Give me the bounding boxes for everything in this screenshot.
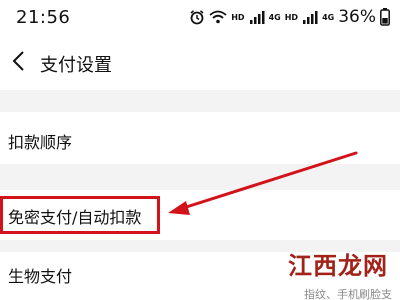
battery-percent: 36%	[338, 7, 376, 27]
section-divider	[0, 90, 400, 112]
alarm-icon	[189, 9, 205, 25]
highlight-box	[0, 196, 160, 234]
signal-icon	[249, 10, 265, 24]
battery-icon	[380, 8, 390, 26]
back-button[interactable]	[4, 47, 32, 79]
status-bar: 21:56 HD 4G HD 4G 36%	[0, 0, 400, 36]
list-item-deduction-order[interactable]: 扣款顺序	[0, 112, 400, 164]
signal-icon	[302, 10, 318, 24]
status-time: 21:56	[16, 7, 71, 28]
network-tag-2: 4G	[268, 12, 281, 22]
network-tag-1: HD	[231, 12, 245, 22]
wifi-icon	[209, 10, 227, 24]
nav-bar: 支付设置	[0, 36, 400, 90]
screen: 21:56 HD 4G HD 4G 36% 支付设置 扣款顺序 免密支付/自动扣…	[0, 0, 400, 300]
watermark-logo: 江西龙网	[288, 251, 388, 280]
network-tag-4: 4G	[322, 12, 335, 22]
list-item-label: 生物支付	[8, 267, 73, 286]
list-item-label: 扣款顺序	[8, 133, 73, 152]
watermark-caption: 指纹、手机刷脸支	[304, 288, 392, 300]
network-tag-3: HD	[284, 12, 299, 22]
chevron-left-icon	[11, 50, 25, 76]
section-divider	[0, 164, 400, 190]
watermark: 江西龙网 指纹、手机刷脸支	[272, 246, 392, 300]
page-title: 支付设置	[40, 55, 112, 76]
status-icons: HD 4G HD 4G 36%	[189, 7, 390, 27]
